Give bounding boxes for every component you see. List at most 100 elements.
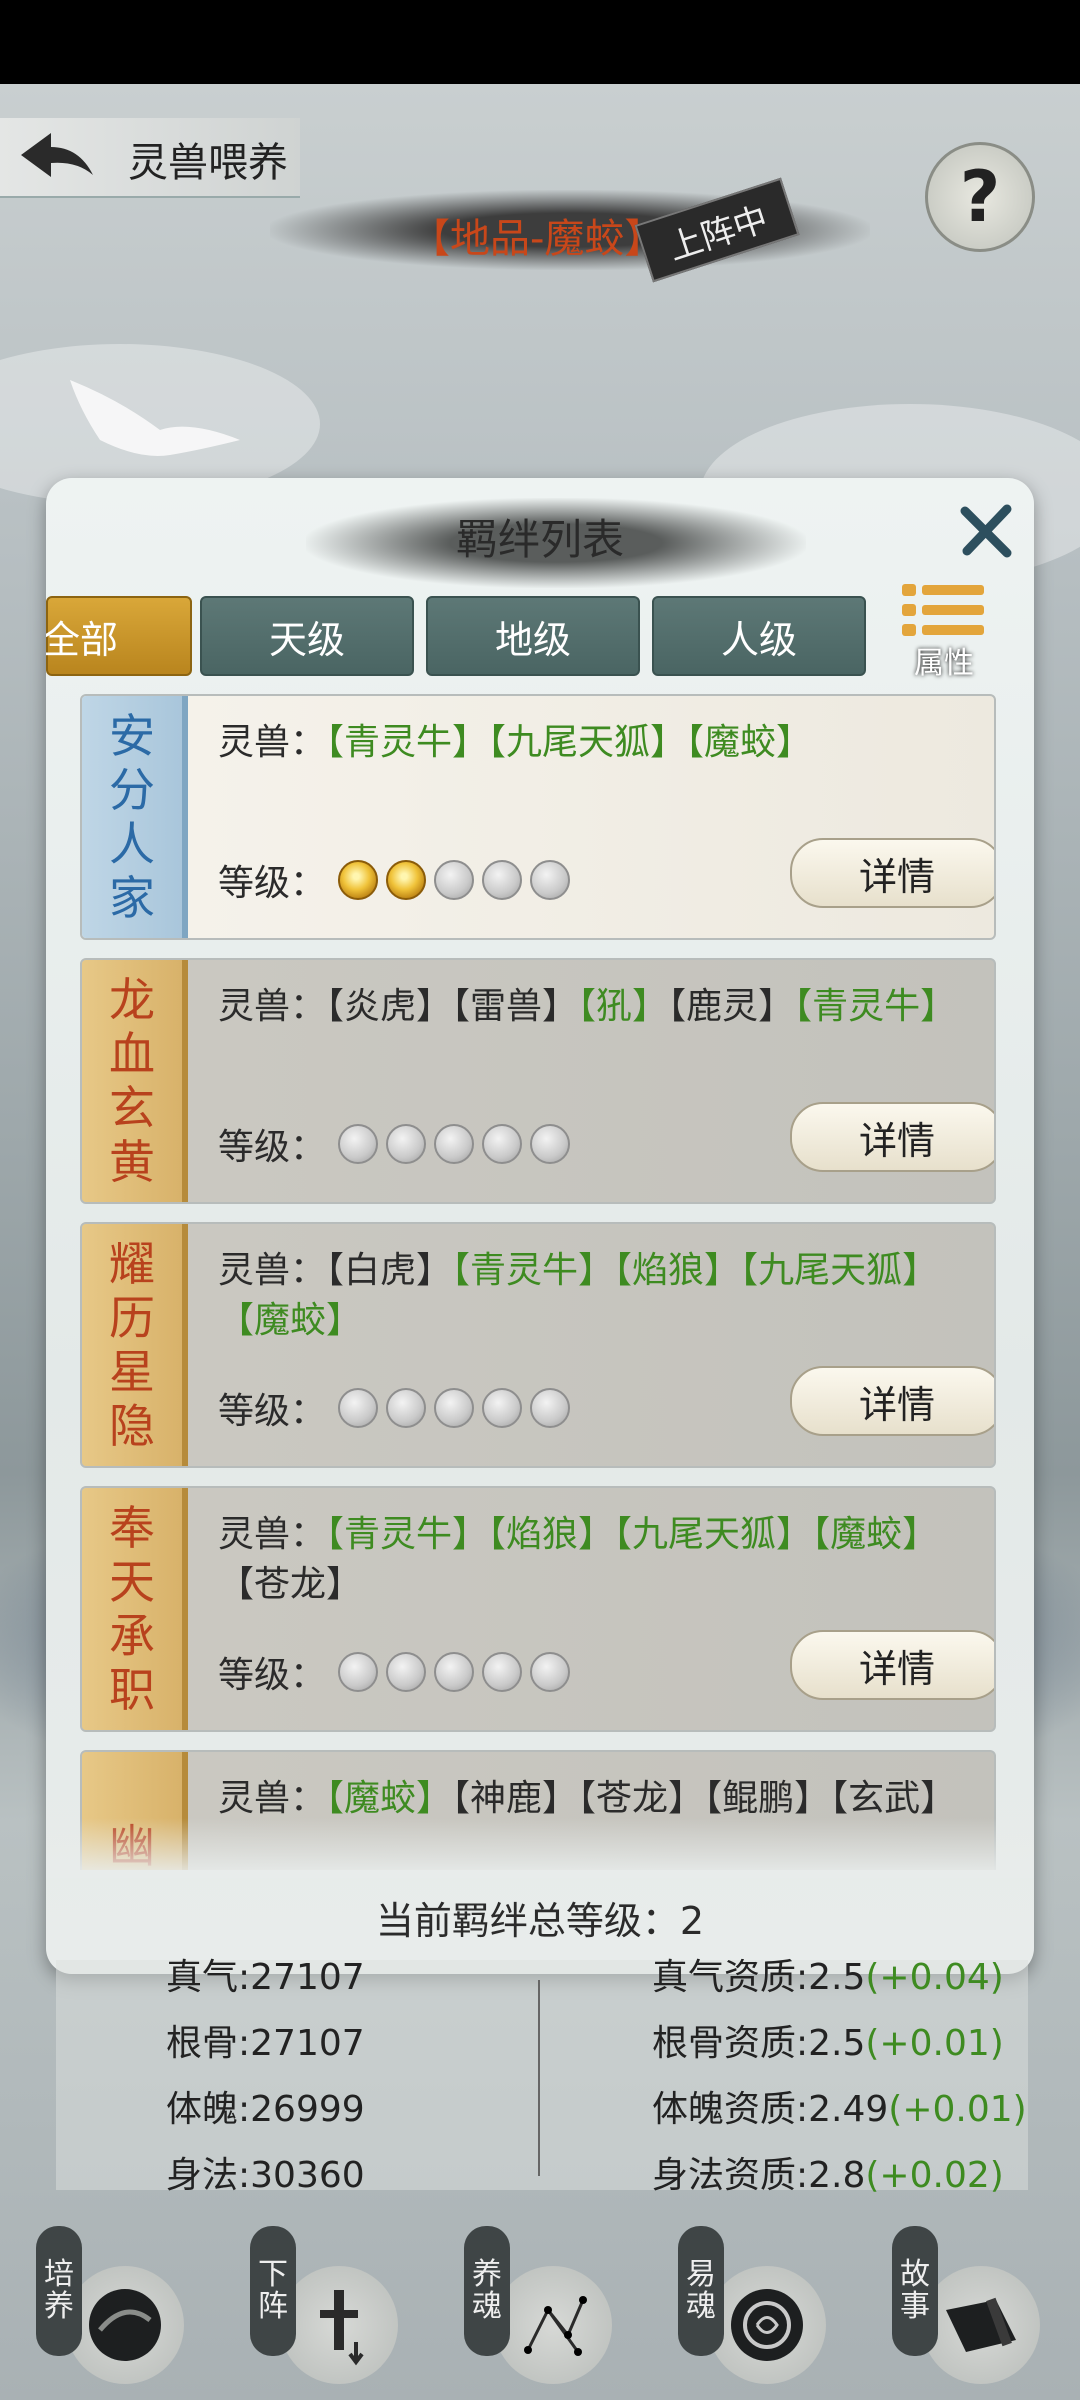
beast-tag: 【鹿灵】 [668,986,795,1027]
beast-tag: 【魔蛟】 [812,1514,939,1555]
bond-beasts: 灵兽：【白虎】【青灵牛】【焰狼】【九尾天狐】【魔蛟】 [218,1246,958,1346]
beast-tag: 【青灵牛】 [794,986,957,1027]
beast-prefix: 灵兽： [218,1778,327,1819]
bond-level: 等级： [218,850,571,910]
bond-card[interactable]: 耀历星隐灵兽：【白虎】【青灵牛】【焰狼】【九尾天狐】【魔蛟】等级： 详情 [80,1222,996,1468]
level-dot-empty [434,1652,475,1692]
close-icon [960,504,1012,558]
stat-agility-aptitude: 身法资质:2.8(+0.02) [652,2146,1004,2198]
level-prefix: 等级： [218,863,327,904]
beast-tag: 【焰狼】 [614,1250,741,1291]
nav-item[interactable]: 故事 [862,2226,1062,2386]
nav-label-char: 养 [44,2289,74,2324]
beast-tag: 【青灵牛】 [326,722,489,763]
stat-qi-aptitude: 真气资质:2.5(+0.04) [652,1948,1004,2000]
bond-list-panel: 羁绊列表 全部 天级 地级 人级 属性 安分人家灵兽：【青灵牛】【九尾天狐】【魔… [46,478,1034,1974]
beast-tag: 【青灵牛】 [452,1250,615,1291]
bond-name-char: 耀 [109,1237,155,1291]
nav-item[interactable]: 易魂 [648,2226,848,2386]
bond-name-char: 血 [109,1027,155,1081]
beast-tag: 【雷兽】 [452,986,579,1027]
stat-delta: (+0.01) [865,2023,1004,2064]
nav-label-char: 魂 [686,2289,716,2324]
nav-item[interactable]: 养魂 [434,2226,634,2386]
nav-label-char: 下 [258,2257,288,2292]
bond-name: 奉天承职 [82,1488,188,1730]
level-dot-empty [338,1652,379,1692]
bond-card[interactable]: 安分人家灵兽：【青灵牛】【九尾天狐】【魔蛟】 等级： 详情 [80,694,996,940]
level-dot-filled [338,860,379,900]
bond-level: 等级： [218,1114,571,1174]
stat-body-aptitude: 体魄资质:2.49(+0.01) [652,2080,1027,2132]
beast-tag: 【魔蛟】 [218,1300,363,1341]
bond-name-char: 龙 [109,973,155,1027]
beast-tag: 【焰狼】 [488,1514,615,1555]
detail-button[interactable]: 详情 [790,1102,994,1172]
tab-all[interactable]: 全部 [46,596,192,676]
stat-agility: 身法:30360 [166,2155,365,2196]
bond-name-char: 职 [109,1663,155,1717]
detail-button[interactable]: 详情 [790,1630,994,1700]
beast-tag: 【白虎】 [326,1250,453,1291]
nav-label-char: 养 [472,2257,502,2292]
tab-earth[interactable]: 地级 [426,596,640,676]
nav-label-char: 故 [900,2257,930,2292]
level-dot-empty [482,1124,523,1164]
bond-name-char: 安 [109,709,155,763]
beast-tag: 【玄武】 [830,1778,957,1819]
stat-delta: (+0.04) [865,1957,1004,1998]
stat-qi: 真气:27107 [166,1957,365,1998]
bond-beasts: 灵兽：【青灵牛】【焰狼】【九尾天狐】【魔蛟】【苍龙】 [218,1510,958,1610]
bond-name: 耀历星隐 [82,1224,188,1466]
bond-name: 安分人家 [82,696,188,938]
stat-value: 真气资质:2.5 [652,1957,866,1998]
level-dot-empty [482,860,523,900]
stats-divider [538,1980,540,2176]
back-button[interactable] [12,124,102,190]
level-dot-empty [434,1388,475,1428]
beast-tag: 【魔蛟】 [686,722,813,763]
level-dot-empty [482,1652,523,1692]
level-dot-empty [338,1388,379,1428]
stat-value: 根骨资质:2.5 [652,2023,866,2064]
seal-icon [708,2266,826,2384]
level-dot-empty [482,1388,523,1428]
page-title: 灵兽喂养 [128,140,288,186]
bond-name-char: 黄 [109,1135,155,1189]
detail-button[interactable]: 详情 [790,838,994,908]
level-dot-empty [530,1124,571,1164]
bond-name-char: 玄 [109,1081,155,1135]
bond-name-char: 奉 [109,1501,155,1555]
level-prefix: 等级： [218,1391,327,1432]
bond-card[interactable]: 奉天承职灵兽：【青灵牛】【焰狼】【九尾天狐】【魔蛟】【苍龙】 等级： 详情 [80,1486,996,1732]
beast-tag: 【九尾天狐】 [614,1514,813,1555]
nav-label-char: 事 [900,2289,930,2324]
nav-label: 培养 [36,2226,82,2356]
help-button[interactable]: ? [925,142,1035,252]
attributes-label: 属性 [914,646,974,681]
list-icon [902,584,984,636]
nav-item[interactable]: 培养 [6,2226,206,2386]
attributes-button[interactable]: 属性 [898,580,990,681]
nav-item[interactable]: 下阵 [220,2226,420,2386]
bond-card[interactable]: 龙血玄黄灵兽：【炎虎】【雷兽】【犼】【鹿灵】【青灵牛】 等级： 详情 [80,958,996,1204]
nav-label: 易魂 [678,2226,724,2356]
detail-button[interactable]: 详情 [790,1366,994,1436]
bond-list[interactable]: 安分人家灵兽：【青灵牛】【九尾天狐】【魔蛟】 等级： 详情龙血玄黄灵兽：【炎虎】【雷… [80,694,998,1870]
total-bond-level: 当前羁绊总等级：2 [375,1899,705,1943]
bond-name-char: 承 [109,1609,155,1663]
bond-beasts: 灵兽：【魔蛟】【神鹿】【苍龙】【鲲鹏】【玄武】 [218,1774,958,1824]
bond-level: 等级： [218,1642,571,1702]
tab-human[interactable]: 人级 [652,596,866,676]
nav-label-char: 易 [686,2257,716,2292]
beast-prefix: 灵兽： [218,722,327,763]
bond-name-char: 隐 [109,1399,155,1453]
nav-label: 养魂 [464,2226,510,2356]
tab-label: 人级 [720,617,797,662]
tab-label: 地级 [494,617,571,662]
panel-title: 羁绊列表 [455,515,624,564]
close-button[interactable] [954,498,1020,564]
question-icon: ? [959,156,1001,238]
beast-tag: 【苍龙】 [218,1564,363,1605]
tab-heaven[interactable]: 天级 [200,596,414,676]
